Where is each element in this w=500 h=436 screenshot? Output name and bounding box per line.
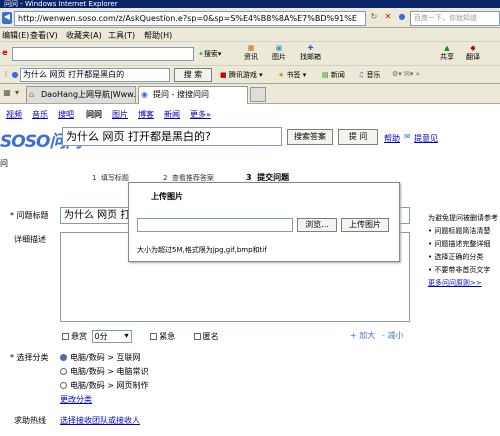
tab-daohang[interactable]: ⌂ DaoHang上网导航|Www... [26,86,136,103]
channel-more[interactable]: 更多» [190,109,211,120]
toolbar-translate-button[interactable]: ◆ 翻译 [466,44,480,62]
channel-images[interactable]: 图片 [112,109,128,120]
feedback-icon: ✉ [404,132,411,141]
mail-icon: ✚ [307,44,314,52]
channel-post[interactable]: 搜吧 [58,109,74,120]
soso-toolbar-logo-icon: e [2,48,8,57]
soso-favicon-icon: ◉ [141,90,148,99]
channel-blog[interactable]: 博客 [138,109,154,120]
tip-item: • 问题描述完整详细 [428,240,491,248]
image-icon: ▣ [275,44,283,52]
stop-icon[interactable]: ✕ [382,12,394,25]
radio-selected [60,354,67,361]
options-row: 悬赏 0分 ▾ 紧急 匿名 [62,330,219,343]
category-option-2[interactable]: 电脑/数码 > 电脑常识 [60,366,148,377]
radio [60,368,67,375]
music-icon: ♫ [358,71,365,79]
more-rules-link[interactable]: 更多问问原则>> [428,277,500,290]
upload-button[interactable]: 上传图片 [341,218,389,232]
newspaper-icon: ▤ [322,71,329,79]
urgent-checkbox[interactable] [150,333,158,340]
toolbar-images-button[interactable]: ▣ 图片 [272,44,286,62]
upload-hint: 大小为超过5M,格式限为jpg,gif,bmp和tif [137,246,267,254]
toolbar-search-input[interactable] [12,47,194,61]
reward-select[interactable]: 0分 ▾ [91,330,132,343]
tip-item: • 选择正确的分类 [428,253,484,261]
breadcrumb: 问 [0,159,8,168]
home-favicon-icon: ⌂ [29,90,35,99]
toolbar-news-button[interactable]: ▦ 资讯 [244,44,258,62]
drag-handle-icon: ⁝ [4,70,8,79]
toolbar2-extra-buttons[interactable]: ⚙▾ ✉▾ » [392,70,420,78]
toolbar-search-button[interactable]: ✦搜索▾ [198,49,221,59]
refresh-icon[interactable]: ↻ [368,12,380,25]
enlarge-link[interactable]: + 加大 [350,330,375,341]
baidu-logo-icon: ● [398,12,406,21]
back-icon[interactable]: ◀ [2,12,12,24]
hotline-label: 求助热线 [14,416,46,425]
channel-music[interactable]: 音乐 [32,109,48,120]
anonymous-checkbox[interactable] [193,333,201,340]
news-icon: ▦ [247,44,255,52]
dropdown-arrow-icon: ▾ [124,331,129,340]
tab-wenwen[interactable]: ◉ 提问 - 搜搜问问 [138,86,248,104]
feedback-link[interactable]: 提意见 [414,133,438,144]
menu-favorites[interactable]: 收藏夹(A) [66,30,102,41]
change-category-link[interactable]: 更改分类 [60,394,92,405]
file-path-input[interactable] [137,218,293,232]
tab-list-icon[interactable]: ▾ [12,88,22,98]
quick-tabs-icon[interactable]: ▦ [2,88,12,98]
share-icon: ▲ [444,44,450,52]
description-label: 详细描述 [14,235,46,244]
menu-view[interactable]: 查看(V) [30,30,58,41]
step-1: 1 填写标题 [92,174,129,182]
toolbar2-bookmarks[interactable]: ★ 书签 ▾ [278,70,306,80]
hotline-link[interactable]: 选择接收团队或接收人 [60,415,140,426]
menu-bar: 编辑(E) 查看(V) 收藏夹(A) 工具(T) 帮助(H) [0,28,500,42]
channel-video[interactable]: 视频 [6,109,22,120]
dialog-title: 上传图片 [151,192,183,201]
help-link[interactable]: 帮助 [384,133,400,144]
category-option-3[interactable]: 电脑/数码 > 网页制作 [60,380,148,391]
games-icon: ■ [220,71,227,79]
window-title: 问问 - Windows Internet Explorer [0,0,500,8]
new-tab-button[interactable] [250,87,266,102]
category-label: * 选择分类 [10,353,49,362]
browse-button[interactable]: 浏览... [297,218,337,232]
translate-icon: ◆ [470,44,476,52]
menu-edit[interactable]: 编辑(E) [2,30,29,41]
upload-image-dialog: 上传图片 浏览... 上传图片 大小为超过5M,格式限为jpg,gif,bmp和… [128,182,400,262]
toolbar-share-button[interactable]: ▲ 共享 [440,44,454,62]
search-engine-field[interactable]: 百度一下，你就知道 [410,11,500,26]
toolbar-query-input[interactable]: 为什么 网页 打开都是黑白的 [20,68,170,82]
search-answers-button[interactable]: 搜索答案 [287,129,333,145]
channel-wenwen[interactable]: 问问 [86,109,102,120]
toolbar2-news[interactable]: ▤ 新闻 [322,70,345,80]
channel-news[interactable]: 新闻 [164,109,180,120]
toolbar-2: ⁝ ● 为什么 网页 打开都是黑白的 搜 索 ■ 腾讯游戏 ▾ ★ 书签 ▾ ▤… [0,66,500,84]
menu-help[interactable]: 帮助(H) [144,30,172,41]
url-field[interactable]: http://wenwen.soso.com/z/AskQuestion.e?s… [14,11,366,26]
ask-button[interactable]: 提 问 [338,129,378,145]
toolbar-find-mail-button[interactable]: ✚ 找邮箱 [300,44,321,62]
soso-bar-icon: ● [11,70,19,79]
radio [60,382,67,389]
title-label: * 问题标题 [10,211,49,220]
tip-item: • 不要带非首页文字 [428,266,491,274]
tab-bar: ▦ ▾ ⌂ DaoHang上网导航|Www... ◉ 提问 - 搜搜问问 [0,84,500,104]
tip-item: • 问题标题简洁清楚 [428,227,491,235]
tips-panel: 为避免提问被删请参考 • 问题标题简洁清楚 • 问题描述完整详细 • 选择正确的… [428,212,500,290]
category-option-1[interactable]: 电脑/数码 > 互联网 [60,352,140,363]
bookmark-icon: ★ [278,71,285,79]
tip-heading: 为避免提问被删请参考 [428,214,498,222]
toolbar2-music[interactable]: ♫ 音乐 [358,70,381,80]
reward-checkbox[interactable] [62,333,69,340]
question-input[interactable]: 为什么 网页 打开都是黑白的? [62,127,282,146]
toolbar: e ✦搜索▾ ▦ 资讯 ▣ 图片 ✚ 找邮箱 ▲ 共享 ◆ 翻译 [0,42,500,66]
menu-tools[interactable]: 工具(T) [108,30,135,41]
toolbar-query-search-button[interactable]: 搜 索 [174,68,212,82]
toolbar2-games[interactable]: ■ 腾讯游戏 ▾ [220,70,263,80]
shrink-link[interactable]: - 减小 [382,330,403,341]
